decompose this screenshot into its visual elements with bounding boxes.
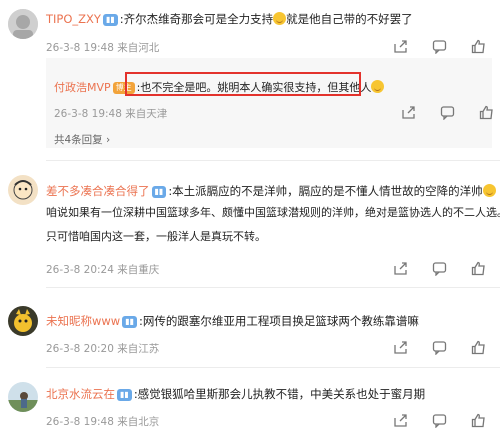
reply-time: 26-3-8 19:48 [54, 108, 122, 120]
reply-count: 共4条回复 [54, 134, 103, 146]
reply-location: 来自天津 [125, 108, 168, 120]
comment-location: 来自江苏 [117, 343, 160, 355]
share-icon[interactable] [393, 340, 408, 355]
comment-location: 来自重庆 [117, 264, 160, 276]
comment-item: 未知昵称www ▮▮:网传的跟塞尔维亚用工程项目换足篮球两个教练靠谱嘛 26-3-… [0, 288, 500, 364]
comment-time: 26-3-8 19:48 [46, 42, 114, 54]
highlight-box [125, 72, 361, 96]
avatar[interactable] [8, 9, 38, 39]
reply-username[interactable]: 付政浩MVP [54, 81, 111, 94]
share-icon[interactable] [393, 413, 408, 428]
like-icon[interactable] [471, 413, 486, 428]
comment-location: 来自河北 [117, 42, 160, 54]
share-icon[interactable] [401, 105, 416, 120]
comment-text: :感觉银狐哈里斯那会儿执教不错，中美关系也处于蜜月期 [133, 387, 426, 401]
like-icon[interactable] [471, 39, 486, 54]
comment-item: 北京水流云在 ▮▮:感觉银狐哈里斯那会儿执教不错，中美关系也处于蜜月期 26-3-… [0, 368, 500, 440]
avatar-image [8, 9, 38, 39]
comment-text-line-1: :本土派膈应的不是洋帅，膈应的是不懂人情世故的空降的洋帅 [168, 184, 483, 198]
comment-time: 26-3-8 20:20 [46, 343, 114, 355]
comment-item: 差不多凑合凑合得了 ▮▮:本土派膈应的不是洋帅，膈应的是不懂人情世故的空降的洋帅 … [0, 160, 500, 285]
comment-location: 来自北京 [117, 416, 160, 428]
comment-icon[interactable] [432, 413, 447, 428]
level-badge: ▮▮ [102, 14, 118, 26]
avatar-image [8, 306, 38, 336]
comment-time: 26-3-8 20:24 [46, 264, 114, 276]
avatar[interactable] [8, 306, 38, 336]
username[interactable]: 差不多凑合凑合得了 [46, 184, 150, 198]
share-icon[interactable] [393, 261, 408, 276]
like-icon[interactable] [471, 340, 486, 355]
like-icon[interactable] [471, 261, 486, 276]
comment-text-tail: 就是他自己带的不好罢了 [286, 12, 413, 26]
comment-icon[interactable] [432, 39, 447, 54]
like-icon[interactable] [479, 105, 494, 120]
comment-time: 26-3-8 19:48 [46, 416, 114, 428]
username[interactable]: 北京水流云在 [46, 387, 115, 401]
avatar[interactable] [8, 382, 38, 412]
level-badge: ▮▮ [122, 316, 138, 328]
comment-text: :齐尔杰维奇那会可是全力支持 [119, 12, 274, 26]
avatar-image [8, 382, 38, 412]
laugh-emoji-icon [371, 80, 385, 93]
comment-item: TIPO_ZXY ▮▮:齐尔杰维奇那会可是全力支持 就是他自己带的不好罢了 26-3… [0, 0, 500, 160]
level-badge: ▮▮ [117, 389, 132, 401]
laugh-emoji-icon [273, 12, 287, 25]
chevron-right-icon: › [102, 134, 111, 146]
comment-text-line-2: 咱说如果有一位深耕中国篮球多年、颇懂中国篮球潜规则的洋帅，绝对是篮协选人的不二人… [46, 206, 500, 219]
share-icon[interactable] [393, 39, 408, 54]
username[interactable]: TIPO_ZXY [46, 12, 101, 26]
avatar-image [8, 175, 38, 205]
comment-text-line-3: 只可惜咱国内这一套，一般洋人是真玩不转。 [46, 230, 266, 243]
comment-icon[interactable] [440, 105, 455, 120]
laugh-emoji-icon [482, 184, 496, 197]
comment-icon[interactable] [432, 340, 447, 355]
view-replies-link[interactable]: 共4条回复 › [54, 132, 110, 147]
level-badge: ▮▮ [151, 186, 167, 198]
username[interactable]: 未知昵称www [46, 314, 120, 328]
comment-text: :网传的跟塞尔维亚用工程项目换足篮球两个教练靠谱嘛 [139, 314, 419, 328]
comment-icon[interactable] [432, 261, 447, 276]
avatar[interactable] [8, 175, 38, 205]
